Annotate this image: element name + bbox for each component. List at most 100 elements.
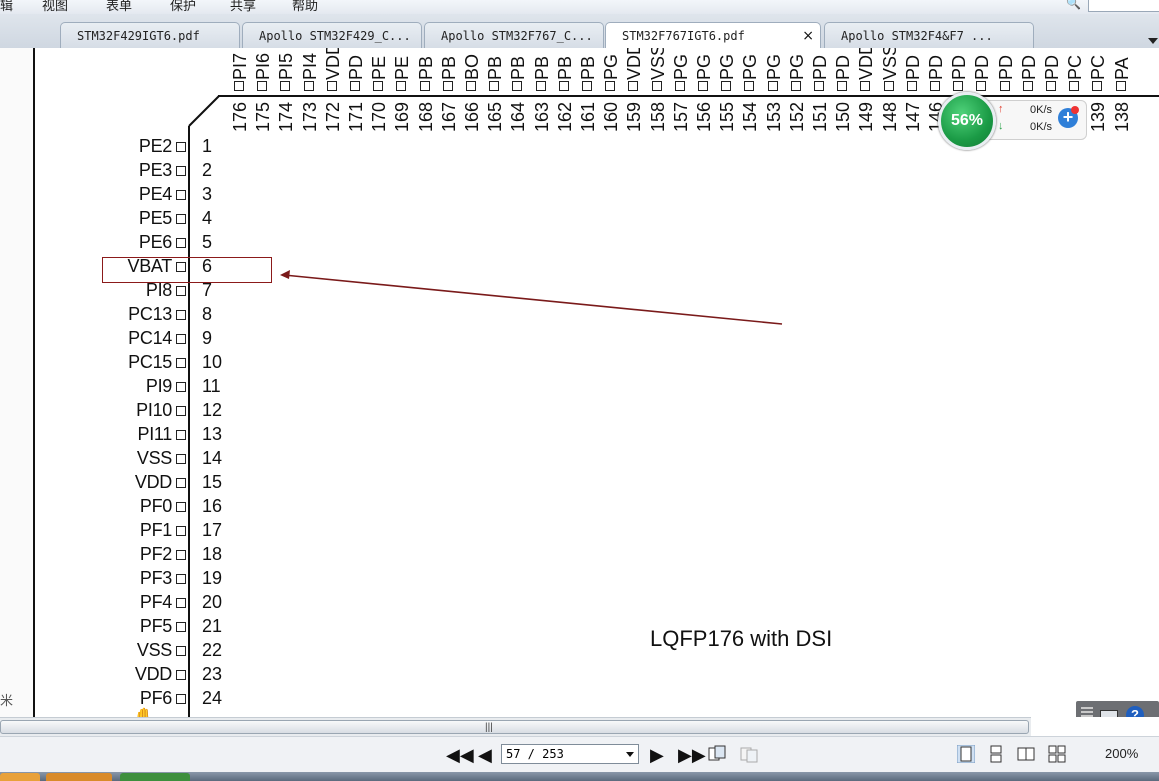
- pin-number: 171: [346, 101, 366, 132]
- close-tab-icon[interactable]: ×: [802, 23, 814, 49]
- pin-number: 4: [202, 208, 213, 228]
- pin-name: VSS: [136, 448, 172, 468]
- pin-number: 9: [202, 328, 213, 348]
- continuous-view-icon[interactable]: [987, 745, 1005, 763]
- scrollbar-thumb[interactable]: |||: [0, 720, 1029, 734]
- menu-view[interactable]: 视图: [42, 0, 68, 14]
- annotation-arrow: [280, 270, 783, 325]
- menu-help[interactable]: 帮助: [292, 0, 318, 14]
- pin-number: 158: [647, 101, 668, 132]
- single-page-view-icon[interactable]: [957, 745, 975, 763]
- tab-apollo-f767[interactable]: Apollo STM32F767_C...: [424, 22, 604, 48]
- menu-form[interactable]: 表单: [106, 0, 132, 14]
- tab-stm32f429igt6[interactable]: STM32F429IGT6.pdf: [60, 22, 240, 48]
- pin-number: 156: [694, 101, 714, 132]
- pin-pad-icon: [466, 81, 476, 91]
- tab-apollo-f429[interactable]: Apollo STM32F429_C...: [242, 22, 422, 48]
- pin-name: PC13: [128, 304, 172, 324]
- pin-pad-icon: [698, 81, 708, 91]
- pin-name: PI6: [253, 52, 274, 80]
- facing-view-icon[interactable]: [1017, 745, 1035, 763]
- pin-pad-icon: [535, 81, 546, 91]
- pin-name: PG: [740, 53, 761, 80]
- pin-number: 164: [508, 101, 529, 132]
- pin-pad-icon: [976, 81, 987, 91]
- pin-pad-icon: [350, 81, 360, 91]
- pin-pad-icon: [1069, 81, 1080, 91]
- left-pin-row: PE2 1: [100, 136, 240, 160]
- zoom-level[interactable]: 200%: [1105, 746, 1138, 761]
- previous-page-icon[interactable]: ◀: [478, 746, 492, 764]
- pin-number: 157: [670, 101, 691, 132]
- previous-view-icon[interactable]: [708, 745, 726, 763]
- upload-arrow-icon: ↑: [998, 103, 1004, 115]
- help-icon[interactable]: ?: [1126, 706, 1144, 717]
- pin-name: PF0: [139, 496, 172, 516]
- left-pin-row: PE6 5: [100, 232, 240, 256]
- left-pin-row: PF4 20: [100, 592, 240, 616]
- taskbar-app-icon[interactable]: [120, 773, 190, 781]
- page-dropdown-icon[interactable]: [626, 752, 634, 757]
- page-edge-line: [33, 48, 35, 717]
- keyboard-icon[interactable]: [1100, 710, 1118, 717]
- top-pin-column: PI5 174: [274, 48, 298, 135]
- pin-number: 167: [438, 101, 459, 132]
- pin-pad-icon: [651, 81, 662, 91]
- next-view-icon[interactable]: [740, 745, 758, 763]
- pin-name: VDD: [134, 472, 172, 492]
- menu-protect[interactable]: 保护: [170, 0, 196, 14]
- top-pin-column: PB 165: [483, 48, 507, 135]
- pin-name: PG: [601, 53, 622, 80]
- pin-name: PD: [949, 54, 970, 80]
- pin-number: 23: [202, 664, 223, 684]
- pin-pad-icon: [176, 190, 186, 200]
- tab-apollo-f4f7[interactable]: Apollo STM32F4&F7 ...: [824, 22, 1034, 48]
- pin-name: PE5: [138, 208, 172, 228]
- pin-number: 154: [740, 101, 761, 132]
- pin-pad-icon: [860, 81, 871, 91]
- search-input[interactable]: [1088, 0, 1159, 12]
- pin-pad-icon: [176, 454, 186, 464]
- top-pin-column: PA 138: [1110, 48, 1134, 135]
- top-pin-column: PG 157: [669, 48, 693, 135]
- continuous-facing-view-icon[interactable]: [1048, 745, 1066, 763]
- pin-name: PI10: [136, 400, 172, 420]
- pin-pad-icon: [930, 81, 940, 91]
- side-panel-glyph: 米: [0, 693, 14, 708]
- document-viewer[interactable]: 米 PE2 1 PE3 2 PE4 3 PE5 4 PE6 5 VBAT 6 PI8 7 PC13 8 PC14…: [0, 48, 1159, 717]
- memory-percent: 56%: [950, 112, 984, 129]
- next-page-icon[interactable]: ▶: [650, 746, 664, 764]
- drag-grip-icon[interactable]: [1081, 707, 1093, 717]
- menu-edit[interactable]: 辑: [0, 0, 13, 14]
- pin-number: 17: [202, 520, 223, 540]
- pin-name: PA: [1111, 57, 1132, 80]
- pin-number: 153: [763, 101, 784, 132]
- search-icon[interactable]: 🔍: [1066, 0, 1081, 10]
- tab-list-dropdown-icon[interactable]: [1148, 38, 1158, 44]
- pin-name: PD: [926, 54, 946, 80]
- taskbar-start-icon[interactable]: [0, 773, 40, 781]
- menu-share[interactable]: 共享: [230, 0, 256, 14]
- tab-stm32f767igt6[interactable]: STM32F767IGT6.pdf ×: [605, 22, 821, 49]
- pin-name: PF1: [139, 520, 172, 540]
- pin-pad-icon: [176, 310, 186, 320]
- pin-name: PD: [1018, 54, 1039, 80]
- pin-number: 162: [554, 101, 575, 132]
- pin-number: 170: [369, 101, 390, 132]
- left-pin-row: PF0 16: [100, 496, 240, 520]
- pin-pad-icon: [176, 238, 186, 248]
- floating-ime-toolbar[interactable]: ?: [1076, 701, 1159, 717]
- last-page-icon[interactable]: ▶▶: [678, 746, 706, 764]
- taskbar-app-icon[interactable]: [46, 773, 112, 781]
- page-number-input[interactable]: 57 / 253: [501, 744, 639, 764]
- pin-name: PG: [763, 53, 784, 80]
- first-page-icon[interactable]: ◀◀: [446, 746, 474, 764]
- pin-name: VSS: [136, 640, 172, 660]
- pin-number: 20: [202, 592, 223, 612]
- horizontal-scrollbar[interactable]: |||: [0, 717, 1031, 736]
- pin-pad-icon: [176, 382, 186, 392]
- memory-gauge[interactable]: 56%: [938, 92, 996, 150]
- pin-pad-icon: [176, 598, 186, 608]
- pin-name: VDD: [322, 48, 343, 80]
- pin-pad-icon: [280, 81, 291, 91]
